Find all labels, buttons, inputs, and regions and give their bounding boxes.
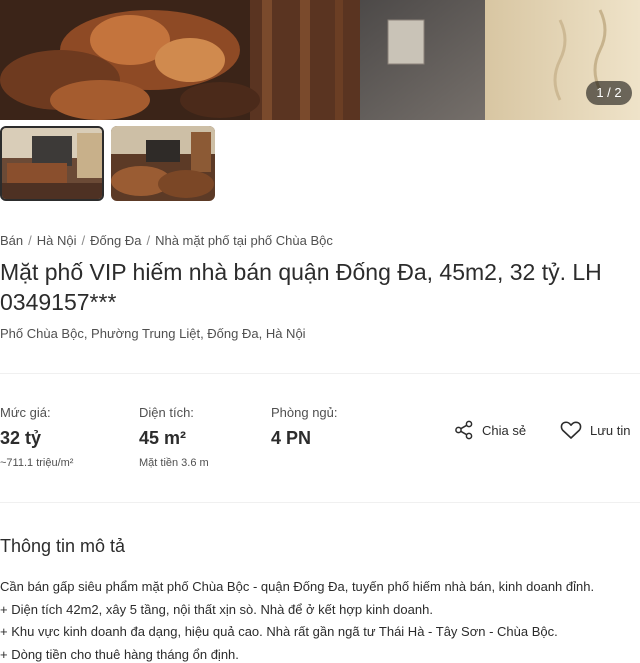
breadcrumb-separator: / bbox=[146, 233, 151, 248]
area-stat: Diện tích: 45 m² Mặt tiền 3.6 m bbox=[139, 405, 209, 469]
breadcrumb: Bán / Hà Nội / Đống Đa / Nhà mặt phố tại phố C… bbox=[0, 233, 333, 248]
main-photo[interactable]: 1 / 2 bbox=[0, 0, 640, 120]
description-line: + Diện tích 42m2, xây 5 tầng, nội thất x… bbox=[0, 601, 433, 617]
share-button[interactable]: Chia sẻ bbox=[454, 418, 526, 442]
description-line: Cần bán gấp siêu phẩm mặt phố Chùa Bộc -… bbox=[0, 579, 595, 594]
thumbnail-2[interactable] bbox=[111, 126, 215, 201]
area-label: Diện tích: bbox=[139, 405, 194, 420]
description-line: + Dòng tiền cho thuê hàng tháng ổn định. bbox=[0, 646, 239, 662]
divider bbox=[0, 373, 640, 374]
heart-icon bbox=[560, 421, 582, 439]
bedrooms-label: Phòng ngủ: bbox=[271, 405, 338, 420]
area-value: 45 m² bbox=[139, 428, 187, 448]
save-button[interactable]: Lưu tin bbox=[560, 418, 631, 442]
thumbnail-2-image bbox=[111, 126, 215, 201]
save-label: Lưu tin bbox=[590, 422, 631, 438]
breadcrumb-separator: / bbox=[81, 233, 86, 248]
breadcrumb-separator: / bbox=[28, 233, 32, 248]
description-heading: Thông tin mô tả bbox=[0, 536, 126, 556]
bedrooms-stat: Phòng ngủ: 4 PN bbox=[271, 405, 338, 449]
listing-address: Phố Chùa Bộc, Phường Trung Liệt, Đống Đa… bbox=[0, 326, 306, 341]
thumbnail-1[interactable] bbox=[0, 126, 104, 201]
thumbnail-1-image bbox=[2, 128, 102, 199]
breadcrumb-item-district[interactable]: Đống Đa bbox=[90, 233, 141, 248]
share-label: Chia sẻ bbox=[482, 422, 527, 438]
bedrooms-value: 4 PN bbox=[271, 428, 312, 448]
listing-title: Mặt phố VIP hiếm nhà bán quận Đống Đa, 4… bbox=[0, 259, 602, 315]
price-per-m2: ~711.1 triệu/m² bbox=[0, 457, 74, 469]
breadcrumb-item-city[interactable]: Hà Nội bbox=[37, 233, 77, 248]
price-label: Mức giá: bbox=[0, 405, 51, 420]
main-photo-image bbox=[0, 0, 640, 120]
breadcrumb-item-category[interactable]: Nhà mặt phố tại phố Chùa Bộc bbox=[155, 233, 333, 248]
description-body: Cần bán gấp siêu phẩm mặt phố Chùa Bộc -… bbox=[0, 576, 640, 663]
divider bbox=[0, 502, 640, 503]
description-line: + Khu vực kinh doanh đa dạng, hiệu quả c… bbox=[0, 624, 558, 639]
share-icon bbox=[455, 420, 473, 440]
photo-counter: 1 / 2 bbox=[586, 81, 632, 105]
frontage-value: Mặt tiền 3.6 m bbox=[139, 457, 209, 469]
price-stat: Mức giá: 32 tỷ ~711.1 triệu/m² bbox=[0, 405, 73, 469]
price-value: 32 tỷ bbox=[0, 428, 42, 448]
breadcrumb-item-sale[interactable]: Bán bbox=[0, 233, 23, 248]
